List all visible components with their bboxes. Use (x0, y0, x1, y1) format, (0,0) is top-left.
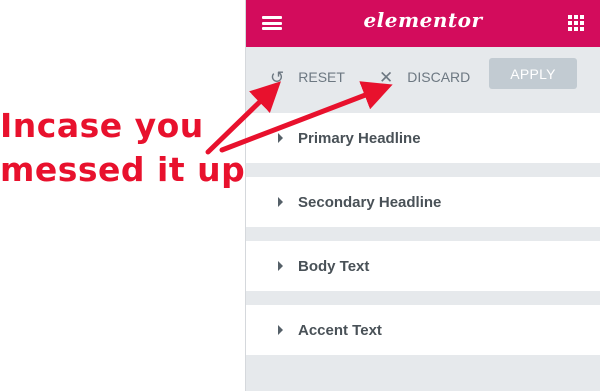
apply-button[interactable]: APPLY (489, 58, 577, 89)
caret-right-icon (278, 197, 283, 207)
caret-right-icon (278, 261, 283, 271)
elementor-panel: elementor ↺ RESET ✕ DISCARD APPLY Primary … (245, 0, 600, 391)
section-body-text[interactable]: Body Text (246, 241, 600, 291)
close-icon: ✕ (379, 68, 394, 87)
caret-right-icon (278, 133, 283, 143)
section-primary-headline[interactable]: Primary Headline (246, 113, 600, 163)
caret-right-icon (278, 325, 283, 335)
undo-icon: ↺ (270, 68, 285, 87)
discard-button[interactable]: ✕ DISCARD (379, 67, 470, 87)
annotation-line-2: messed it up (0, 150, 246, 189)
panel-header: elementor (246, 0, 600, 47)
action-bar: ↺ RESET ✕ DISCARD APPLY (246, 47, 600, 103)
section-label: Accent Text (298, 321, 382, 339)
annotation-line-1: Incase you (0, 106, 204, 145)
section-label: Primary Headline (298, 129, 421, 147)
discard-label: DISCARD (407, 69, 471, 85)
reset-label: RESET (298, 69, 345, 85)
typography-sections: Primary Headline Secondary Headline Body… (246, 113, 600, 369)
reset-button[interactable]: ↺ RESET (270, 67, 345, 87)
elementor-logo: elementor (363, 8, 483, 32)
annotation-text: Incase you messed it up (0, 104, 246, 192)
section-label: Secondary Headline (298, 193, 442, 211)
section-label: Body Text (298, 257, 370, 275)
section-accent-text[interactable]: Accent Text (246, 305, 600, 355)
section-secondary-headline[interactable]: Secondary Headline (246, 177, 600, 227)
grid-icon[interactable] (568, 15, 584, 31)
